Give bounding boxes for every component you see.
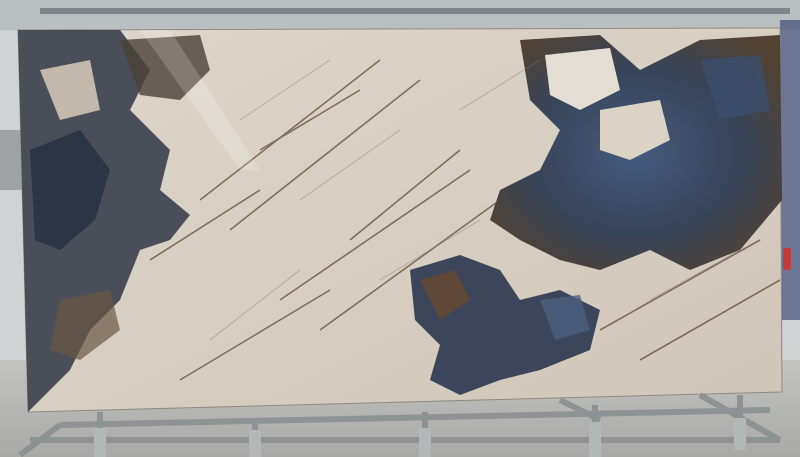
blue-machine [780,20,800,320]
overhead-rail [40,8,790,14]
ceiling-beam [0,0,800,30]
marble-slab [17,27,783,413]
scene-illustration [0,0,800,457]
photo-scene [0,0,800,457]
fire-extinguisher [783,248,791,270]
side-equipment [0,130,22,190]
